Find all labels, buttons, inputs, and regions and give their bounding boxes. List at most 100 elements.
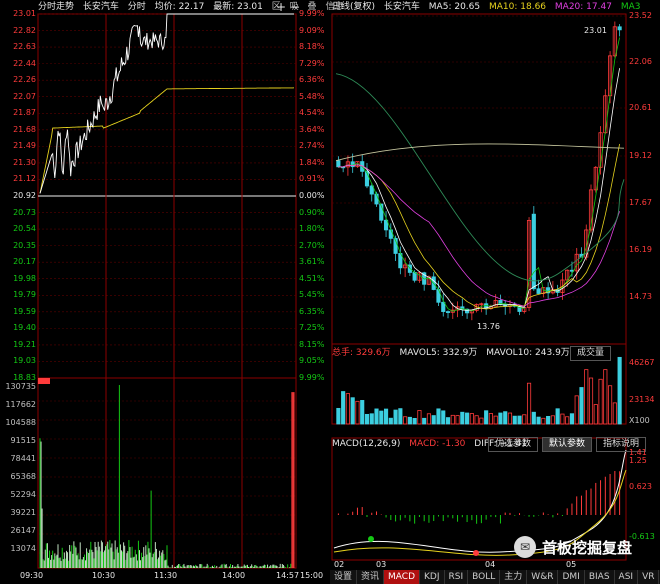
time-tick: 10:30 <box>92 571 116 580</box>
tab-vr[interactable]: VR <box>638 570 660 584</box>
daily-volume-bar <box>536 416 541 425</box>
daily-volume-bar <box>341 391 346 425</box>
high-label: 23.01 <box>584 26 607 35</box>
daily-volume-bar <box>388 417 393 425</box>
daily-volume-bar <box>431 415 436 425</box>
price-tick: 21.12 <box>13 174 36 184</box>
tab-boll[interactable]: BOLL <box>468 570 501 584</box>
candlesticks <box>336 21 622 321</box>
daily-volume-bar <box>503 411 508 425</box>
tab-wr[interactable]: W&R <box>527 570 559 584</box>
price-tick: 23.01 <box>13 9 36 18</box>
pct-tick: 8.18% <box>299 42 325 52</box>
daily-volume-bar <box>598 378 603 425</box>
watermark-text: 首板挖掘复盘 <box>542 538 633 557</box>
daily-volume-bar <box>393 409 398 425</box>
pct-tick: 9.99% <box>299 373 325 382</box>
daily-volume-bar <box>584 369 589 425</box>
pct-tick: 0.91% <box>299 174 325 184</box>
optimal-params-button[interactable]: 优选参数 <box>488 437 539 452</box>
pct-tick: 2.70% <box>299 240 325 250</box>
daily-volume-bar <box>374 408 379 425</box>
daily-volume-bar <box>398 408 403 425</box>
volume-bars <box>38 378 295 568</box>
time-tick: 14:57 <box>276 571 300 580</box>
pct-tick: 1.80% <box>299 224 325 234</box>
pct-tick: 2.74% <box>299 141 325 151</box>
daily-volume-tick: 23134 <box>629 395 655 404</box>
daily-volume-tick: X100 <box>629 416 650 425</box>
macd-tick: 0.623 <box>629 482 652 491</box>
daily-volume-bar <box>526 382 532 425</box>
pct-tick: 4.51% <box>299 273 325 283</box>
pct-tick: 7.29% <box>299 58 325 68</box>
price-tick: 19.79 <box>13 290 36 300</box>
daily-volume-bar <box>383 408 389 425</box>
intraday-panel: 分时走势 长安汽车 分时 均价: 22.17 最新: 23.01 区 吸 叠 信… <box>0 0 343 584</box>
daily-volume-bar <box>417 410 422 425</box>
candle-body <box>445 311 451 313</box>
daily-volume-bar <box>546 415 551 425</box>
price-tick: 21.49 <box>13 141 36 151</box>
volume-bar <box>38 378 50 384</box>
daily-volume-bar <box>569 413 575 425</box>
daily-volume-bar <box>603 369 608 425</box>
default-params-button[interactable]: 默认参数 <box>542 437 593 452</box>
candle-body <box>441 301 446 312</box>
time-tick: 11:30 <box>154 571 178 580</box>
volume-frame <box>37 377 297 569</box>
pct-tick: 9.99% <box>299 9 325 18</box>
tab-rsi[interactable]: RSI <box>445 570 469 584</box>
candle-body <box>536 288 541 294</box>
macd-golden-cross <box>368 536 374 542</box>
indicator-tabs: 设置资讯MACDKDJRSIBOLL主力W&RDMIBIASASIVRA <box>330 570 660 584</box>
tab-asi[interactable]: ASI <box>615 570 639 584</box>
daily-price-tick: 22.06 <box>629 57 652 66</box>
price-tick: 22.82 <box>13 25 36 35</box>
daily-volume-bar <box>455 415 460 425</box>
price-tick: 22.07 <box>13 91 36 101</box>
volume-header: 总手: 329.6万 MAVOL5: 332.9万 MAVOL10: 243.9… <box>332 346 576 360</box>
daily-price-tick: 19.12 <box>629 151 652 160</box>
pct-tick: 9.05% <box>299 356 325 366</box>
daily-volume-bar <box>426 413 432 425</box>
daily-volume-bar <box>574 395 579 425</box>
price-tick: 22.63 <box>13 42 36 52</box>
price-tick: 20.92 <box>13 191 36 200</box>
pct-tick: 6.35% <box>299 306 325 316</box>
price-tick: 20.73 <box>13 207 36 217</box>
avg-path <box>39 87 295 194</box>
pct-tick: 5.45% <box>299 290 325 300</box>
daily-volume-bar <box>555 408 560 425</box>
price-path <box>39 13 294 194</box>
daily-volume-bar <box>517 415 522 425</box>
daily-volume-bar <box>579 387 584 425</box>
tab-[interactable]: 资讯 <box>357 570 385 584</box>
ma-lines <box>335 37 625 312</box>
pct-tick: 8.15% <box>299 339 325 349</box>
month-tick: 02 <box>334 560 345 569</box>
volume-tick: 65368 <box>10 472 36 481</box>
tab-[interactable]: 主力 <box>500 570 528 584</box>
tab-dmi[interactable]: DMI <box>558 570 585 584</box>
tab-[interactable]: 设置 <box>330 570 358 584</box>
candle-body <box>617 26 622 31</box>
daily-volume-bar <box>412 418 417 425</box>
tab-macd[interactable]: MACD <box>384 570 421 584</box>
daily-volume-bar <box>407 416 412 425</box>
tab-kdj[interactable]: KDJ <box>420 570 445 584</box>
volume-indicator-button[interactable]: 成交量 <box>570 346 612 361</box>
price-tick: 20.17 <box>13 257 36 267</box>
macd-tick: 1.25 <box>629 456 647 465</box>
daily-price-tick: 17.67 <box>629 198 652 207</box>
candle-body <box>336 160 341 168</box>
daily-volume-bar <box>369 413 374 425</box>
daily-price-tick: 14.73 <box>629 292 652 301</box>
tab-bias[interactable]: BIAS <box>585 570 615 584</box>
daily-volume-bar <box>541 417 546 425</box>
price-tick: 21.68 <box>13 124 36 134</box>
daily-volume-tick: 46267 <box>629 358 655 367</box>
daily-volume-bar <box>345 393 350 425</box>
price-tick: 20.54 <box>13 224 36 234</box>
price-tick: 19.40 <box>13 323 36 333</box>
